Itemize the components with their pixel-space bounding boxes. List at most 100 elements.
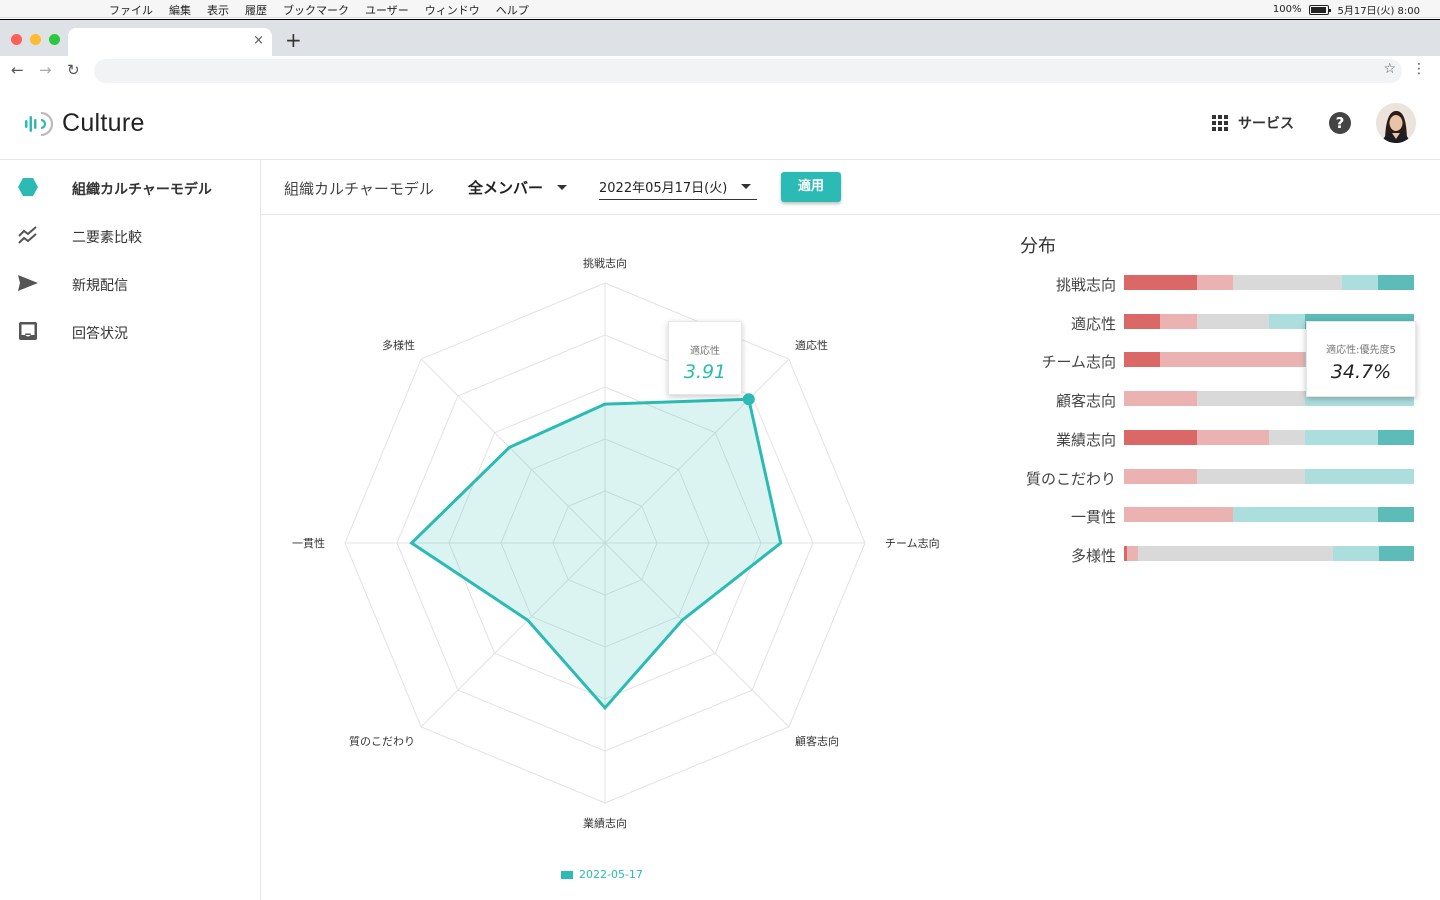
date-select-value: 2022年05月17日(火) (599, 181, 728, 196)
help-icon[interactable]: ? (1329, 112, 1351, 134)
sidebar-item-label: 組織カルチャーモデル (72, 182, 212, 198)
distribution-segment[interactable] (1377, 429, 1414, 445)
distribution-title: 分布 (1020, 236, 1056, 257)
browser-chrome: × + ← → ↻ ☆ ⋮ (0, 19, 1440, 88)
radar-chart: 挑戦志向適応性チーム志向顧客志向業績志向 質のこだわり 一貫性 多様性 (292, 256, 940, 830)
menu-edit[interactable]: 編集 (169, 2, 191, 18)
sidebar-item-label: 回答状況 (72, 326, 128, 342)
address-bar[interactable] (94, 59, 1402, 83)
distribution-segment[interactable] (1305, 468, 1414, 484)
radar-tooltip-label: 適応性 (690, 346, 720, 357)
distribution-segment[interactable] (1126, 545, 1139, 561)
distribution-tooltip-value: 34.7% (1330, 361, 1392, 383)
forward-icon[interactable]: → (39, 61, 52, 79)
send-icon (18, 275, 38, 291)
minimize-window-button[interactable] (30, 34, 41, 45)
radar-axis-label: 質のこだわり (349, 734, 415, 748)
close-tab-icon[interactable]: × (253, 33, 264, 48)
avatar[interactable] (1376, 103, 1416, 143)
radar-tooltip: 適応性 3.91 (668, 321, 742, 395)
menu-user[interactable]: ユーザー (365, 2, 409, 18)
sidebar-item-response-status[interactable]: 回答状況 (0, 307, 260, 355)
distribution-segment[interactable] (1332, 545, 1380, 561)
radar-legend[interactable]: 2022-05-17 (561, 868, 643, 881)
trend-lines-icon (18, 226, 37, 244)
bookmark-star-icon[interactable]: ☆ (1383, 61, 1396, 77)
distribution-row: 業績志向 (1010, 429, 1420, 449)
distribution-segment[interactable] (1124, 507, 1233, 523)
sidebar: 組織カルチャーモデル 二要素比較 新規配信 回答状況 (0, 160, 261, 900)
sidebar-item-culture-model[interactable]: 組織カルチャーモデル (0, 163, 260, 211)
services-menu[interactable]: サービス (1212, 113, 1294, 133)
distribution-segment[interactable] (1232, 275, 1342, 290)
zoom-window-button[interactable] (49, 34, 60, 45)
distribution-segment[interactable] (1124, 313, 1161, 329)
distribution-segment[interactable] (1196, 313, 1269, 329)
distribution-segment[interactable] (1196, 468, 1306, 484)
menu-bookmarks[interactable]: ブックマーク (283, 2, 349, 18)
caret-down-icon (557, 185, 568, 190)
battery-icon (1309, 4, 1332, 15)
browser-menu-icon[interactable]: ⋮ (1412, 61, 1426, 77)
distribution-segment[interactable] (1196, 429, 1269, 445)
distribution-segment[interactable] (1305, 429, 1378, 445)
battery-percent: 100% (1272, 4, 1302, 15)
close-window-button[interactable] (11, 34, 22, 45)
radar-chart-panel: 挑戦志向 適応性 チーム志向 顧客志向 業績志向 質のこだわり 一貫性 多様性 適応性 3.9… (261, 215, 1001, 900)
distribution-tooltip: 適応性:優先度5 34.7% (1306, 321, 1416, 397)
radar-axis-label: 挑戦志向 (583, 256, 627, 270)
distribution-segment[interactable] (1124, 391, 1197, 407)
menu-file[interactable]: ファイル (109, 2, 153, 18)
distribution-row-label: 挑戦志向 (1055, 276, 1116, 294)
sidebar-item-two-factor-compare[interactable]: 二要素比較 (0, 211, 260, 259)
app-logo[interactable]: Culture (24, 109, 145, 138)
distribution-segment[interactable] (1196, 275, 1233, 290)
distribution-segment[interactable] (1196, 391, 1306, 407)
hexagon-icon (18, 178, 38, 196)
member-select[interactable]: 全メンバー (468, 177, 568, 198)
distribution-segment[interactable] (1232, 507, 1378, 523)
radar-axis-label: チーム志向 (885, 536, 940, 550)
apply-button[interactable]: 適用 (781, 172, 841, 202)
sidebar-item-new-delivery[interactable]: 新規配信 (0, 259, 260, 307)
distribution-segment[interactable] (1379, 545, 1414, 561)
menu-window[interactable]: ウィンドウ (425, 2, 480, 18)
sidebar-item-label: 二要素比較 (72, 230, 142, 246)
caret-down-icon (741, 184, 751, 189)
distribution-row-label: 適応性 (1070, 314, 1116, 333)
reload-icon[interactable]: ↻ (67, 61, 80, 79)
distribution-row-label: チーム志向 (1041, 353, 1116, 372)
distribution-segment[interactable] (1160, 352, 1306, 368)
radar-axis-label: 業績志向 (583, 816, 627, 830)
browser-tab[interactable]: × (68, 28, 272, 56)
distribution-bar (1124, 275, 1414, 290)
distribution-segment[interactable] (1269, 429, 1306, 445)
window-controls (11, 34, 60, 45)
legend-label: 2022-05-17 (579, 868, 643, 881)
back-icon[interactable]: ← (11, 61, 24, 79)
radar-axis-label: 顧客志向 (795, 734, 839, 748)
member-select-value: 全メンバー (468, 179, 544, 197)
culture-logo-icon (25, 111, 54, 136)
distribution-row-label: 一貫性 (1070, 508, 1116, 527)
new-tab-button[interactable]: + (285, 28, 302, 52)
distribution-segment[interactable] (1269, 313, 1306, 329)
distribution-row: 多様性 (1010, 545, 1420, 565)
distribution-segment[interactable] (1377, 275, 1414, 290)
menu-help[interactable]: ヘルプ (496, 2, 529, 18)
menu-history[interactable]: 履歴 (245, 2, 267, 18)
menu-view[interactable]: 表示 (207, 2, 229, 18)
distribution-segment[interactable] (1341, 275, 1378, 290)
distribution-segment[interactable] (1160, 313, 1197, 329)
distribution-segment[interactable] (1124, 352, 1161, 368)
distribution-row-label: 業績志向 (1055, 430, 1116, 449)
distribution-segment[interactable] (1124, 429, 1197, 445)
distribution-row: 質のこだわり (1010, 468, 1420, 488)
distribution-segment[interactable] (1377, 507, 1414, 523)
date-select[interactable]: 2022年05月17日(火) (599, 177, 757, 200)
distribution-tooltip-label: 適応性:優先度5 (1326, 345, 1396, 356)
distribution-segment[interactable] (1124, 275, 1197, 290)
distribution-segment[interactable] (1138, 545, 1333, 561)
distribution-segment[interactable] (1124, 468, 1197, 484)
distribution-row: 一貫性 (1010, 506, 1420, 527)
